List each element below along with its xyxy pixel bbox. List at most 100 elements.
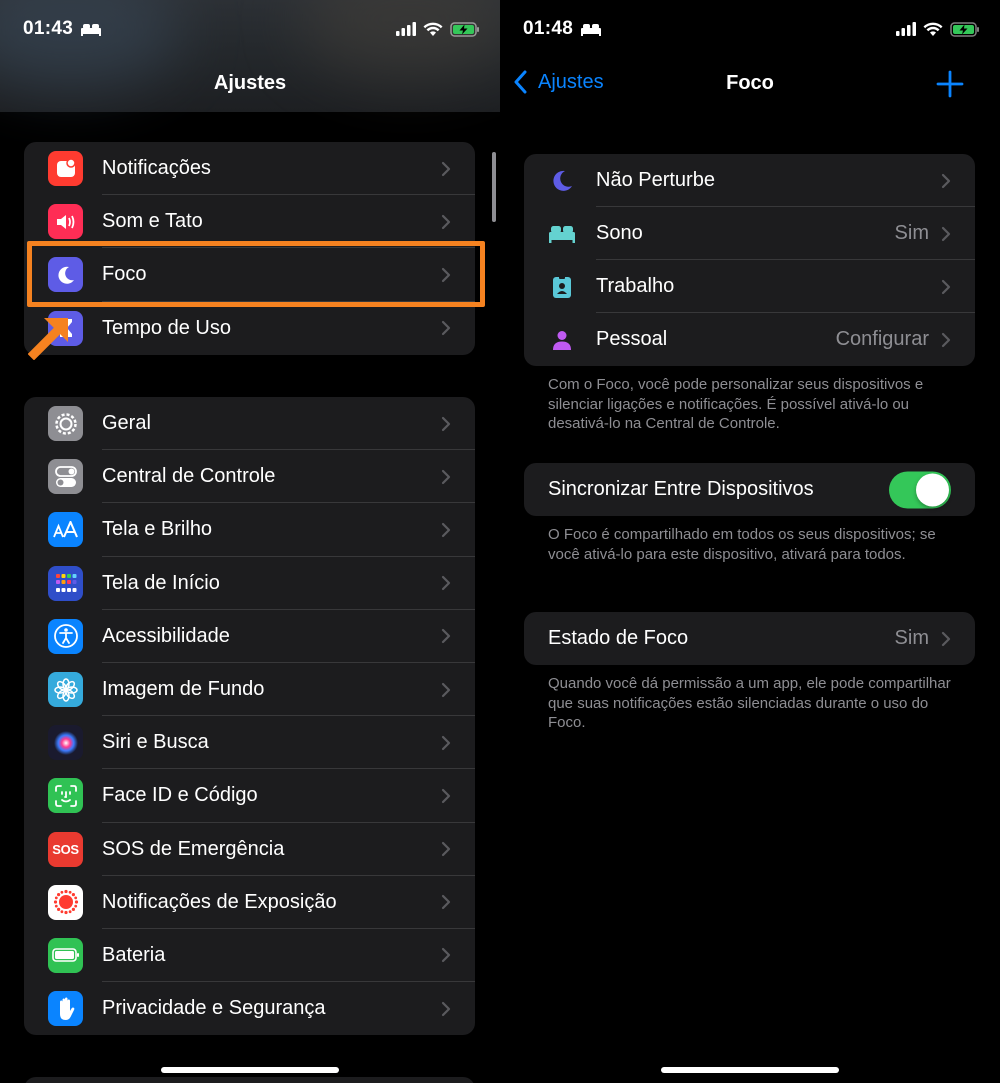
row-label: Face ID e Código — [102, 784, 258, 807]
sidebar-item-foco[interactable]: Foco — [24, 248, 475, 302]
sidebar-item-geral[interactable]: Geral — [24, 397, 475, 451]
chevron-right-icon — [441, 895, 451, 910]
sidebar-item-sos-de-emergencia[interactable]: SOS SOS de Emergência — [24, 823, 475, 876]
row-label: Notificações de Exposição — [102, 890, 337, 913]
sidebar-item-face-id-e-codigo[interactable]: Face ID e Código — [24, 769, 475, 823]
accessibility-icon — [48, 618, 83, 654]
focus-item-value: Configurar — [835, 328, 929, 350]
focus-item-label: Trabalho — [596, 275, 675, 297]
sync-label: Sincronizar Entre Dispositivos — [548, 478, 814, 500]
cellular-signal-icon — [896, 22, 916, 36]
focus-footnote: Com o Foco, você pode personalizar seus … — [548, 376, 924, 432]
focus-item-label: Sono — [596, 222, 643, 244]
focus-status-row[interactable]: Estado de Foco Sim — [524, 612, 975, 665]
notifications-icon — [48, 151, 83, 187]
chevron-right-icon — [441, 469, 451, 484]
chevron-right-icon — [441, 735, 451, 750]
row-label: Som e Tato — [102, 210, 203, 233]
scrollbar[interactable] — [492, 152, 496, 222]
sidebar-item-som-e-tato[interactable]: Som e Tato — [24, 195, 475, 249]
row-label: Tela de Início — [102, 571, 220, 594]
chevron-right-icon — [441, 788, 451, 804]
page-title: Foco — [726, 72, 774, 94]
focus-item-label: Não Perturbe — [596, 169, 715, 191]
sidebar-item-tela-de-inicio[interactable]: Tela de Início — [24, 557, 475, 610]
chevron-right-icon — [441, 214, 451, 229]
chevron-right-icon — [941, 279, 951, 294]
focus-item-sono[interactable]: Sono Sim — [524, 207, 975, 260]
status-bar: 01:43 — [0, 0, 500, 58]
chevron-right-icon — [441, 682, 451, 697]
toggle-knob — [916, 473, 949, 506]
sleep-bed-icon — [581, 24, 601, 36]
chevron-right-icon — [941, 226, 951, 241]
row-label: Imagem de Fundo — [102, 678, 265, 701]
battery-charging-icon — [950, 21, 979, 37]
text-size-icon — [48, 512, 83, 548]
sidebar-item-siri-e-busca[interactable]: Siri e Busca — [24, 716, 475, 770]
chevron-right-icon — [441, 841, 451, 857]
focus-modes-list: Não Perturbe Sono Sim Trabalho Pessoal C… — [524, 154, 975, 366]
sos-icon-text: SOS — [52, 841, 79, 857]
chevron-right-icon — [441, 416, 451, 431]
focus-status-group: Estado de Foco Sim — [524, 612, 975, 665]
cellular-signal-icon — [396, 22, 416, 36]
chevron-right-icon — [441, 1001, 451, 1016]
sidebar-item-tela-e-brilho[interactable]: Tela e Brilho — [24, 503, 475, 557]
row-label: SOS de Emergência — [102, 837, 285, 860]
sync-footnote: O Foco é compartilhado em todos os seus … — [548, 526, 936, 563]
chevron-right-icon — [441, 576, 451, 591]
row-label: Acessibilidade — [102, 624, 230, 647]
row-label: Geral — [102, 412, 151, 435]
row-label: Central de Controle — [102, 465, 276, 488]
focus-status-footnote: Quando você dá permissão a um app, ele p… — [548, 675, 951, 731]
home-indicator — [161, 1067, 339, 1073]
sidebar-item-notificacoes[interactable]: Notificações — [24, 142, 475, 196]
exposure-icon — [48, 884, 83, 920]
bed-icon — [548, 220, 576, 248]
status-time: 01:48 — [523, 18, 574, 39]
arrow-annotation-icon — [28, 318, 69, 360]
gear-icon — [48, 406, 83, 442]
sleep-bed-icon — [81, 24, 101, 36]
sidebar-item-bateria[interactable]: Bateria — [24, 929, 475, 983]
chevron-right-icon — [441, 948, 451, 963]
add-icon[interactable] — [936, 70, 964, 98]
sync-group: Sincronizar Entre Dispositivos — [524, 463, 975, 516]
sync-toggle[interactable] — [889, 471, 951, 508]
sidebar-item-imagem-de-fundo[interactable]: Imagem de Fundo — [24, 663, 475, 717]
home-grid-icon — [48, 565, 83, 601]
chevron-right-icon — [441, 321, 451, 336]
focus-status-label: Estado de Foco — [548, 627, 689, 649]
settings-group-1: Notificações Som e Tato Foco Tempo de Us… — [24, 142, 475, 355]
focus-item-label: Pessoal — [596, 328, 668, 350]
focus-item-value: Sim — [894, 222, 929, 244]
row-label: Foco — [102, 263, 147, 286]
sidebar-item-privacidade-e-seguranca[interactable]: Privacidade e Segurança — [24, 982, 475, 1035]
status-time: 01:43 — [23, 18, 74, 39]
page-title: Ajustes — [213, 72, 287, 94]
hand-icon — [48, 991, 83, 1027]
sidebar-item-tempo-de-uso[interactable]: Tempo de Uso — [24, 302, 475, 355]
speaker-icon — [48, 204, 83, 240]
person-icon — [548, 326, 576, 354]
focus-item-trabalho[interactable]: Trabalho — [524, 260, 975, 313]
chevron-right-icon — [941, 631, 951, 646]
siri-icon — [48, 725, 83, 761]
sync-row: Sincronizar Entre Dispositivos — [524, 463, 975, 516]
chevron-right-icon — [441, 629, 451, 644]
battery-icon — [48, 937, 83, 973]
chevron-right-icon — [441, 522, 451, 538]
sidebar-item-notificacoes-de-exposicao[interactable]: Notificações de Exposição — [24, 876, 475, 929]
settings-screen: Ajustes 01:43 Notificações Som e Tato Fo… — [0, 0, 500, 1083]
row-label: Tempo de Uso — [102, 316, 231, 339]
sidebar-item-central-de-controle[interactable]: Central de Controle — [24, 450, 475, 504]
sidebar-item-acessibilidade[interactable]: Acessibilidade — [24, 610, 475, 663]
row-label: Notificações — [102, 157, 211, 180]
focus-item-nao-perturbe[interactable]: Não Perturbe — [524, 154, 975, 207]
settings-group-2: Geral Central de Controle Tela e Brilho … — [24, 397, 475, 1036]
focus-item-pessoal[interactable]: Pessoal Configurar — [524, 313, 975, 366]
chevron-right-icon — [941, 332, 951, 347]
face-id-icon — [48, 778, 83, 814]
wifi-icon — [923, 22, 943, 36]
